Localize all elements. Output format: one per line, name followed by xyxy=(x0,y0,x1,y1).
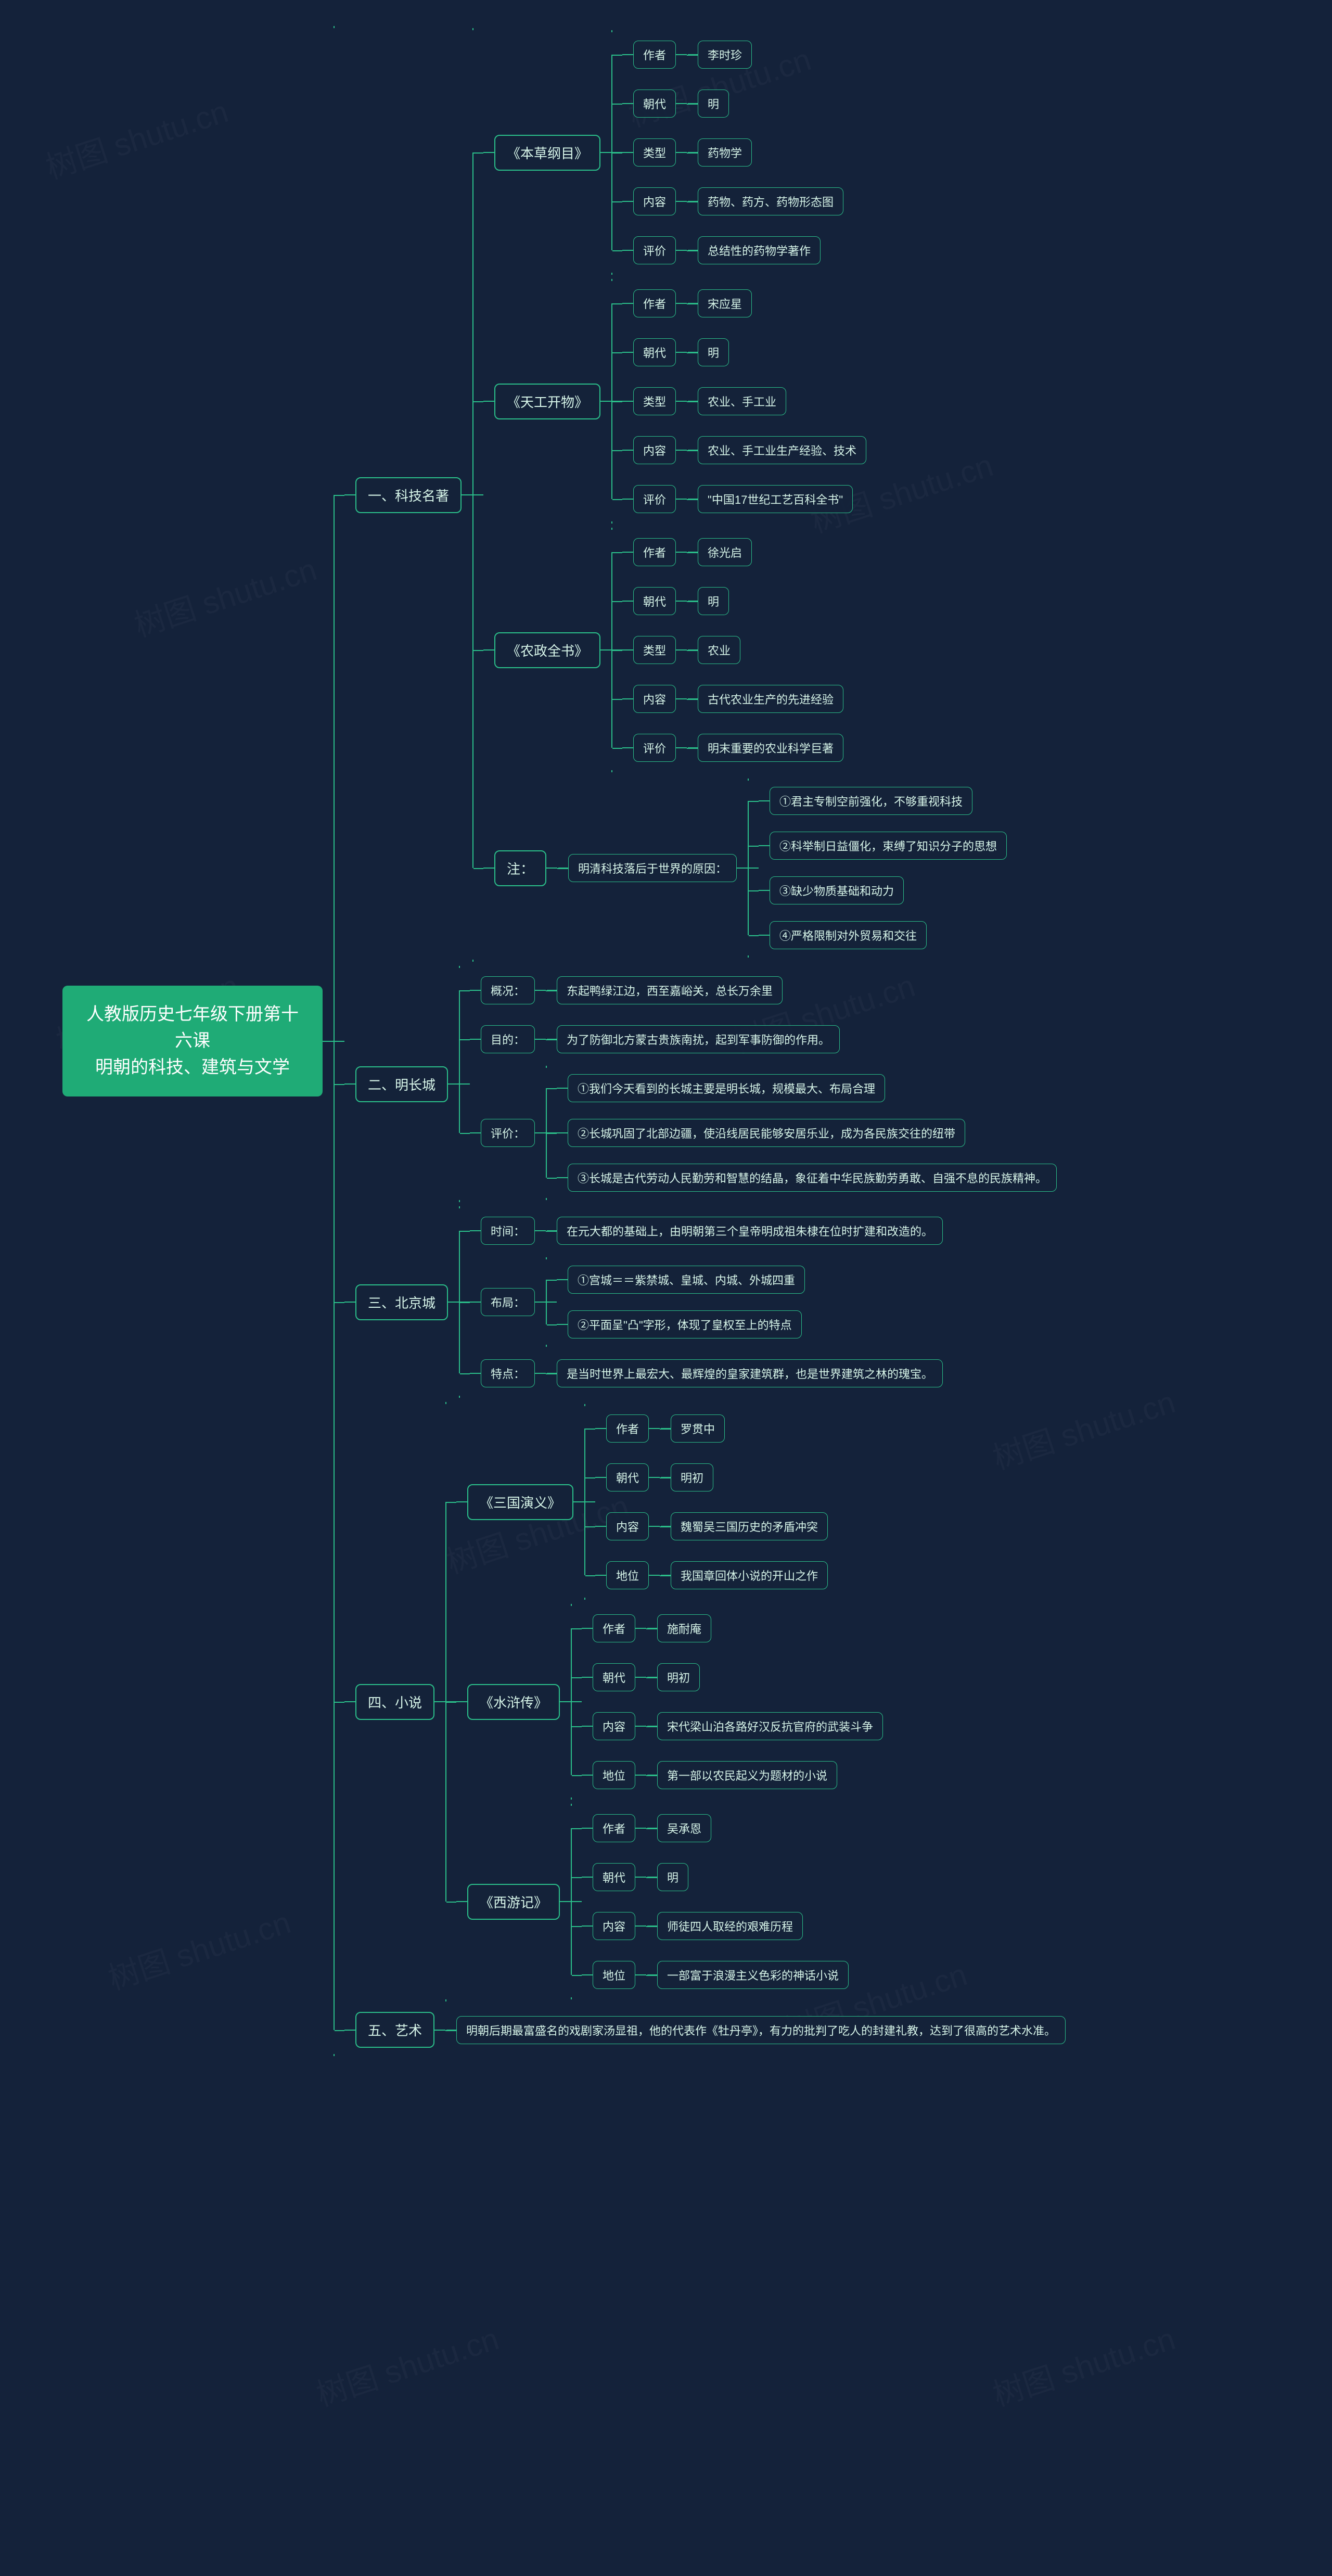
reason-3[interactable]: ③缺少物质基础和动力 xyxy=(770,876,904,904)
value[interactable]: 我国章回体小说的开山之作 xyxy=(671,1561,828,1589)
eval-2[interactable]: ②长城巩固了北部边疆，使沿线居民能够安居乐业，成为各民族交往的纽带 xyxy=(568,1119,965,1147)
field-author[interactable]: 作者 xyxy=(633,538,676,566)
field-eval[interactable]: 评价 xyxy=(633,236,676,264)
field-dynasty[interactable]: 朝代 xyxy=(633,90,676,118)
value[interactable]: 李时珍 xyxy=(698,41,752,69)
field-eval[interactable]: 评价 xyxy=(633,485,676,513)
watermark: 树图 shutu.cn xyxy=(310,2314,504,2415)
value[interactable]: 吴承恩 xyxy=(657,1814,711,1842)
field-status[interactable]: 地位 xyxy=(593,1761,635,1789)
field-content[interactable]: 内容 xyxy=(593,1712,635,1740)
value[interactable]: 药物、药方、药物形态图 xyxy=(698,187,843,215)
novel-shuihu[interactable]: 《水浒传》 xyxy=(467,1684,560,1720)
reason-2[interactable]: ②科举制日益僵化，束缚了知识分子的思想 xyxy=(770,832,1007,860)
field-author[interactable]: 作者 xyxy=(593,1614,635,1642)
field-type[interactable]: 类型 xyxy=(633,387,676,415)
field-dynasty[interactable]: 朝代 xyxy=(633,587,676,615)
value[interactable]: 罗贯中 xyxy=(671,1414,725,1443)
value[interactable]: 明初 xyxy=(671,1463,713,1491)
value[interactable]: 魏蜀吴三国历史的矛盾冲突 xyxy=(671,1512,828,1540)
note-reason[interactable]: 明清科技落后于世界的原因： xyxy=(568,854,737,882)
value[interactable]: 农业、手工业 xyxy=(698,387,786,415)
value[interactable]: 药物学 xyxy=(698,138,752,167)
field-author[interactable]: 作者 xyxy=(633,289,676,317)
section-5[interactable]: 五、艺术 xyxy=(355,2012,434,2048)
value[interactable]: 古代农业生产的先进经验 xyxy=(698,685,843,713)
field-dynasty[interactable]: 朝代 xyxy=(593,1863,635,1891)
field-type[interactable]: 类型 xyxy=(633,636,676,664)
value[interactable]: 徐光启 xyxy=(698,538,752,566)
value[interactable]: 明 xyxy=(657,1863,688,1891)
book-tiangong[interactable]: 《天工开物》 xyxy=(494,384,600,419)
value[interactable]: 农业 xyxy=(698,636,740,664)
wall-eval[interactable]: 评价： xyxy=(481,1119,535,1147)
book-bencao[interactable]: 《本草纲目》 xyxy=(494,135,600,171)
city-feature[interactable]: 特点： xyxy=(481,1359,535,1387)
value[interactable]: 施耐庵 xyxy=(657,1614,711,1642)
novel-xiyou[interactable]: 《西游记》 xyxy=(467,1884,560,1920)
value[interactable]: 在元大都的基础上，由明朝第三个皇帝明成祖朱棣在位时扩建和改造的。 xyxy=(557,1217,943,1245)
city-layout[interactable]: 布局： xyxy=(481,1288,535,1316)
field-type[interactable]: 类型 xyxy=(633,138,676,167)
field-dynasty[interactable]: 朝代 xyxy=(593,1663,635,1691)
field-dynasty[interactable]: 朝代 xyxy=(633,338,676,366)
reason-1[interactable]: ①君主专制空前强化，不够重视科技 xyxy=(770,787,972,815)
art-text[interactable]: 明朝后期最富盛名的戏剧家汤显祖，他的代表作《牡丹亭》，有力的批判了吃人的封建礼教… xyxy=(456,2016,1066,2044)
value[interactable]: 宋应星 xyxy=(698,289,752,317)
section-2[interactable]: 二、明长城 xyxy=(355,1066,448,1102)
field-content[interactable]: 内容 xyxy=(593,1912,635,1940)
value[interactable]: 明初 xyxy=(657,1663,700,1691)
sections: 一、科技名著 《本草纲目》 作者李时珍 朝代明 类型药物学 内容药物、药方、药物… xyxy=(344,26,1066,2056)
value[interactable]: 明 xyxy=(698,587,729,615)
value[interactable]: 明末重要的农业科学巨著 xyxy=(698,734,843,762)
value[interactable]: 为了防御北方蒙古贵族南扰，起到军事防御的作用。 xyxy=(557,1025,840,1053)
value[interactable]: 农业、手工业生产经验、技术 xyxy=(698,436,866,464)
value[interactable]: 一部富于浪漫主义色彩的神话小说 xyxy=(657,1961,849,1989)
field-content[interactable]: 内容 xyxy=(633,436,676,464)
value[interactable]: 东起鸭绿江边，西至嘉峪关，总长万余里 xyxy=(557,976,783,1004)
book-nongzheng[interactable]: 《农政全书》 xyxy=(494,632,600,668)
wall-overview[interactable]: 概况： xyxy=(481,976,535,1004)
eval-1[interactable]: ①我们今天看到的长城主要是明长城，规模最大、布局合理 xyxy=(568,1074,885,1102)
note[interactable]: 注： xyxy=(494,850,546,886)
value[interactable]: 宋代梁山泊各路好汉反抗官府的武装斗争 xyxy=(657,1712,883,1740)
field-author[interactable]: 作者 xyxy=(593,1814,635,1842)
value[interactable]: 明 xyxy=(698,338,729,366)
value[interactable]: 总结性的药物学著作 xyxy=(698,236,821,264)
reason-4[interactable]: ④严格限制对外贸易和交往 xyxy=(770,921,927,949)
layout-2[interactable]: ②平面呈"凸"字形，体现了皇权至上的特点 xyxy=(568,1310,802,1338)
field-dynasty[interactable]: 朝代 xyxy=(606,1463,649,1491)
field-content[interactable]: 内容 xyxy=(606,1512,649,1540)
root-node[interactable]: 人教版历史七年级下册第十六课明朝的科技、建筑与文学 xyxy=(62,986,323,1096)
eval-3[interactable]: ③长城是古代劳动人民勤劳和智慧的结晶，象征着中华民族勤劳勇敢、自强不息的民族精神… xyxy=(568,1164,1057,1192)
value[interactable]: 是当时世界上最宏大、最辉煌的皇家建筑群，也是世界建筑之林的瑰宝。 xyxy=(557,1359,943,1387)
city-time[interactable]: 时间： xyxy=(481,1217,535,1245)
field-content[interactable]: 内容 xyxy=(633,187,676,215)
field-status[interactable]: 地位 xyxy=(606,1561,649,1589)
field-eval[interactable]: 评价 xyxy=(633,734,676,762)
layout-1[interactable]: ①宫城＝＝紫禁城、皇城、内城、外城四重 xyxy=(568,1266,805,1294)
value[interactable]: 明 xyxy=(698,90,729,118)
novel-sanguo[interactable]: 《三国演义》 xyxy=(467,1484,573,1520)
field-content[interactable]: 内容 xyxy=(633,685,676,713)
section-3[interactable]: 三、北京城 xyxy=(355,1284,448,1320)
field-author[interactable]: 作者 xyxy=(633,41,676,69)
mindmap: 人教版历史七年级下册第十六课明朝的科技、建筑与文学 一、科技名著 《本草纲目》 … xyxy=(62,26,1066,2056)
value[interactable]: 第一部以农民起义为题材的小说 xyxy=(657,1761,837,1789)
watermark: 树图 shutu.cn xyxy=(986,2314,1180,2415)
section-1[interactable]: 一、科技名著 xyxy=(355,477,462,513)
value[interactable]: 师徒四人取经的艰难历程 xyxy=(657,1912,803,1940)
wall-purpose[interactable]: 目的： xyxy=(481,1025,535,1053)
section-4[interactable]: 四、小说 xyxy=(355,1684,434,1720)
field-status[interactable]: 地位 xyxy=(593,1961,635,1989)
value[interactable]: "中国17世纪工艺百科全书" xyxy=(698,485,853,513)
field-author[interactable]: 作者 xyxy=(606,1414,649,1443)
